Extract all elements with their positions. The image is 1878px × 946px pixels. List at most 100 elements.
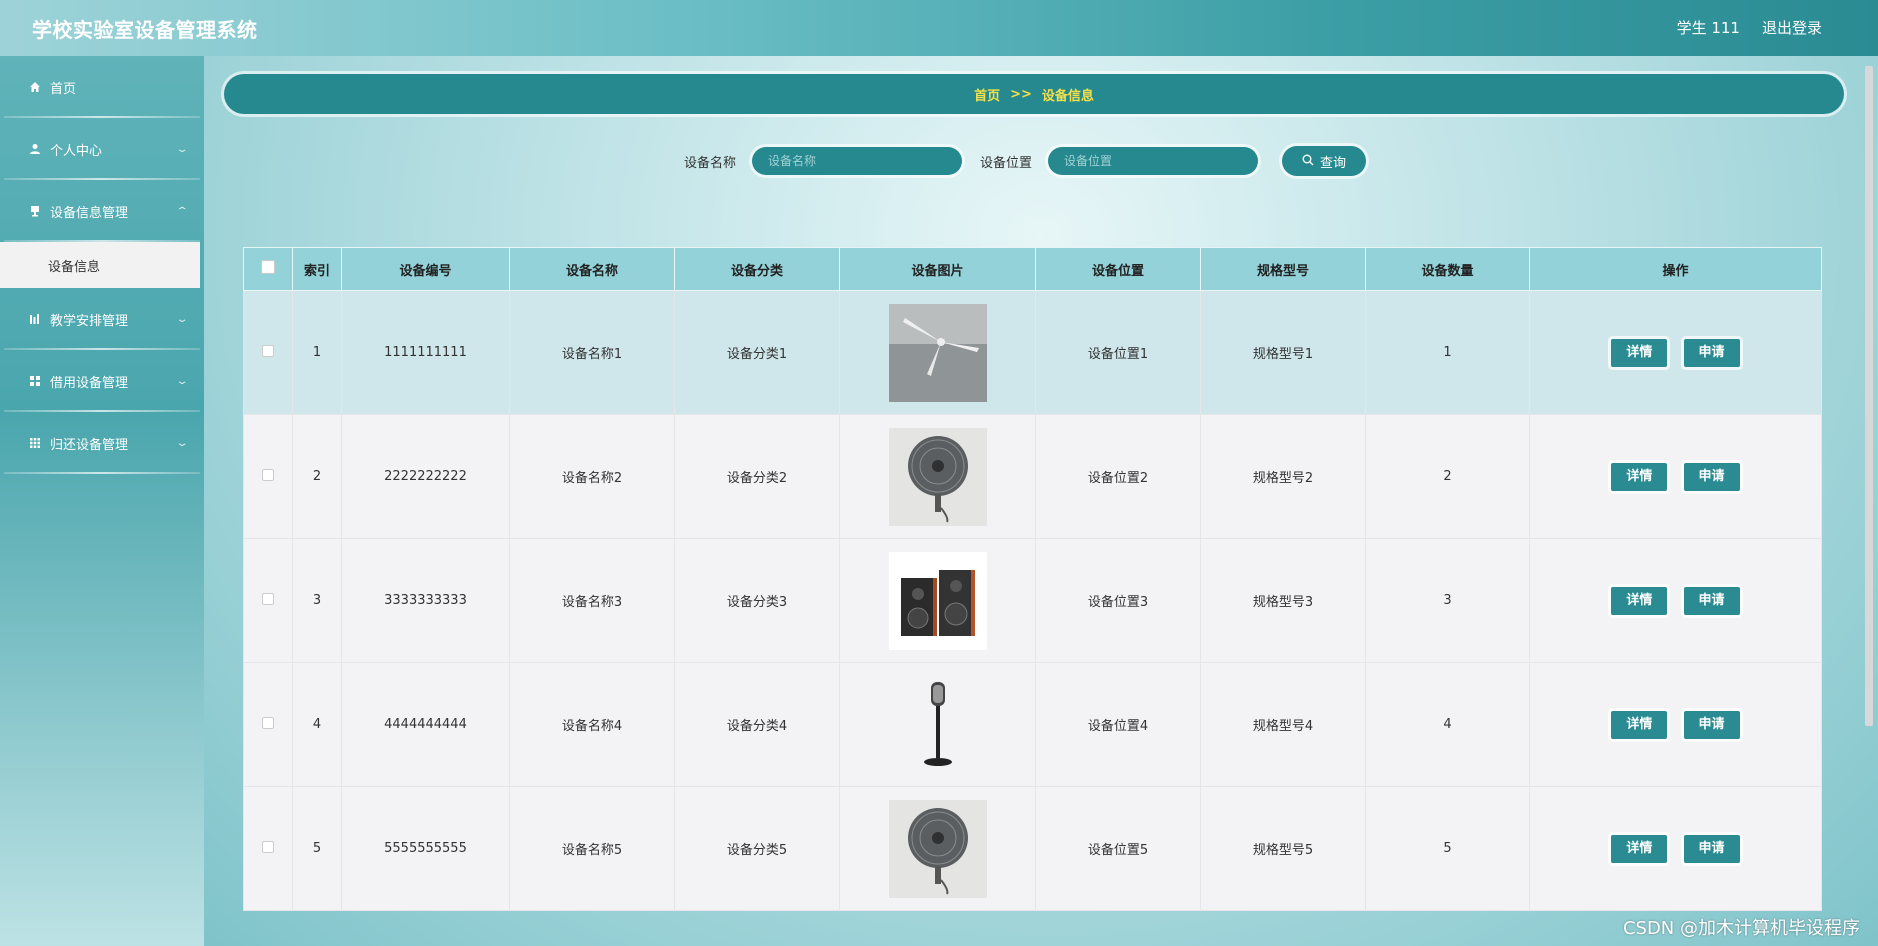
detail-button[interactable]: 详情 [1611,462,1668,491]
breadcrumb-home[interactable]: 首页 [974,85,1000,104]
sidebar-item-label: 借用设备管理 [50,375,129,391]
query-button-label: 查询 [1320,154,1347,170]
top-header: 学校实验室设备管理系统 学生 111 退出登录 [0,0,1878,56]
row-checkbox[interactable] [262,344,274,357]
sidebar: 首页 个人中心 ⌄ 设备信息管理 ⌃ 设备信息 教学安排管理 ⌄ 借用设备管理 … [0,56,204,946]
detail-button[interactable]: 详情 [1611,338,1668,367]
device-image-wall-fan[interactable] [888,799,987,898]
scrollbar-thumb[interactable] [1865,66,1873,726]
table-row[interactable]: 4 4444444444 设备名称4 设备分类4 设备位置4 规格型号4 4 详… [243,662,1822,787]
apply-button[interactable]: 申请 [1683,462,1740,491]
cell-name: 设备名称5 [509,786,675,911]
row-checkbox[interactable] [262,840,274,853]
table-row[interactable]: 3 3333333333 设备名称3 设备分类3 设备位置3 规格型号3 3 详… [243,538,1822,663]
apply-button[interactable]: 申请 [1683,338,1740,367]
column-header: 操作 [1529,247,1822,291]
query-button[interactable]: 查询 [1282,146,1367,176]
cell-model: 规格型号5 [1200,786,1366,911]
header-user-area: 学生 111 退出登录 [1677,17,1822,38]
column-header: 设备数量 [1365,247,1530,291]
cell-category: 设备分类3 [674,538,840,663]
chevron-down-icon: ⌄ [175,144,189,155]
cell-index: 1 [292,290,342,415]
device-table: 索引 设备编号 设备名称 设备分类 设备图片 设备位置 规格型号 设备数量 操作… [243,247,1822,911]
select-all-header [243,247,293,291]
device-image-speakers[interactable] [888,551,987,650]
apply-button[interactable]: 申请 [1683,710,1740,739]
current-user[interactable]: 学生 111 [1677,17,1740,38]
chevron-down-icon: ⌄ [175,314,189,325]
apply-button[interactable]: 申请 [1683,834,1740,863]
sidebar-item-personal[interactable]: 个人中心 ⌄ [0,118,204,180]
logout-link[interactable]: 退出登录 [1762,17,1822,38]
watermark: CSDN @加木计算机毕设程序 [1622,918,1860,939]
detail-button[interactable]: 详情 [1611,834,1668,863]
device-location-label: 设备位置 [980,155,1033,171]
table-row[interactable]: 2 2222222222 设备名称2 设备分类2 设备位置2 规格型号2 2 详… [243,414,1822,539]
cell-location: 设备位置4 [1035,662,1201,787]
sidebar-item-return[interactable]: 归还设备管理 ⌄ [0,412,204,474]
chart-icon [28,312,42,326]
cell-index: 2 [292,414,342,539]
cell-qty: 1 [1365,290,1530,415]
table-header-row: 索引 设备编号 设备名称 设备分类 设备图片 设备位置 规格型号 设备数量 操作 [243,247,1822,291]
cell-model: 规格型号3 [1200,538,1366,663]
row-checkbox[interactable] [262,468,274,481]
cell-category: 设备分类2 [674,414,840,539]
cell-name: 设备名称4 [509,662,675,787]
cell-location: 设备位置2 [1035,414,1201,539]
device-image-microphone[interactable] [888,675,987,774]
column-header: 设备图片 [839,247,1036,291]
cell-code: 4444444444 [341,662,510,787]
sidebar-item-label: 归还设备管理 [50,437,129,453]
cell-index: 5 [292,786,342,911]
sidebar-item-borrow[interactable]: 借用设备管理 ⌄ [0,350,204,412]
cell-category: 设备分类4 [674,662,840,787]
device-name-label: 设备名称 [684,155,737,171]
device-image-ceiling-fan[interactable] [888,303,987,402]
cell-location: 设备位置3 [1035,538,1201,663]
cell-name: 设备名称2 [509,414,675,539]
cell-qty: 4 [1365,662,1530,787]
breadcrumb-separator: >> [1010,86,1032,102]
sidebar-item-home[interactable]: 首页 [0,56,204,118]
column-header: 设备分类 [674,247,840,291]
search-bar: 设备名称 设备位置 查询 [684,146,1367,176]
grid-icon [28,374,42,388]
cell-code: 3333333333 [341,538,510,663]
column-header: 索引 [292,247,342,291]
sidebar-item-device-info[interactable]: 设备信息管理 ⌃ [0,180,204,242]
vertical-scrollbar[interactable] [1862,56,1876,946]
cell-category: 设备分类5 [674,786,840,911]
detail-button[interactable]: 详情 [1611,586,1668,615]
cell-index: 4 [292,662,342,787]
breadcrumb: 首页 >> 设备信息 [224,74,1844,114]
row-checkbox[interactable] [262,592,274,605]
chevron-down-icon: ⌄ [175,438,189,449]
column-header: 设备名称 [509,247,675,291]
table-row[interactable]: 5 5555555555 设备名称5 设备分类5 设备位置5 规格型号5 5 详… [243,786,1822,911]
cell-code: 1111111111 [341,290,510,415]
cell-model: 规格型号2 [1200,414,1366,539]
cell-qty: 5 [1365,786,1530,911]
select-all-checkbox[interactable] [261,260,275,274]
column-header: 设备位置 [1035,247,1201,291]
app-title: 学校实验室设备管理系统 [32,18,258,42]
breadcrumb-current: 设备信息 [1041,88,1094,104]
cell-code: 2222222222 [341,414,510,539]
cell-name: 设备名称1 [509,290,675,415]
device-name-input[interactable] [752,147,963,175]
cell-qty: 3 [1365,538,1530,663]
table-row[interactable]: 1 1111111111 设备名称1 设备分类1 设备位置1 规格型号1 1 详… [243,290,1822,415]
row-checkbox[interactable] [262,716,274,729]
sidebar-subitem-device-info[interactable]: 设备信息 [0,242,200,288]
user-icon [28,142,42,156]
detail-button[interactable]: 详情 [1611,710,1668,739]
device-image-wall-fan[interactable] [888,427,987,526]
device-location-input[interactable] [1048,147,1259,175]
sidebar-item-teaching[interactable]: 教学安排管理 ⌄ [0,288,204,350]
column-header: 规格型号 [1200,247,1366,291]
cell-code: 5555555555 [341,786,510,911]
apply-button[interactable]: 申请 [1683,586,1740,615]
chevron-down-icon: ⌄ [175,376,189,387]
